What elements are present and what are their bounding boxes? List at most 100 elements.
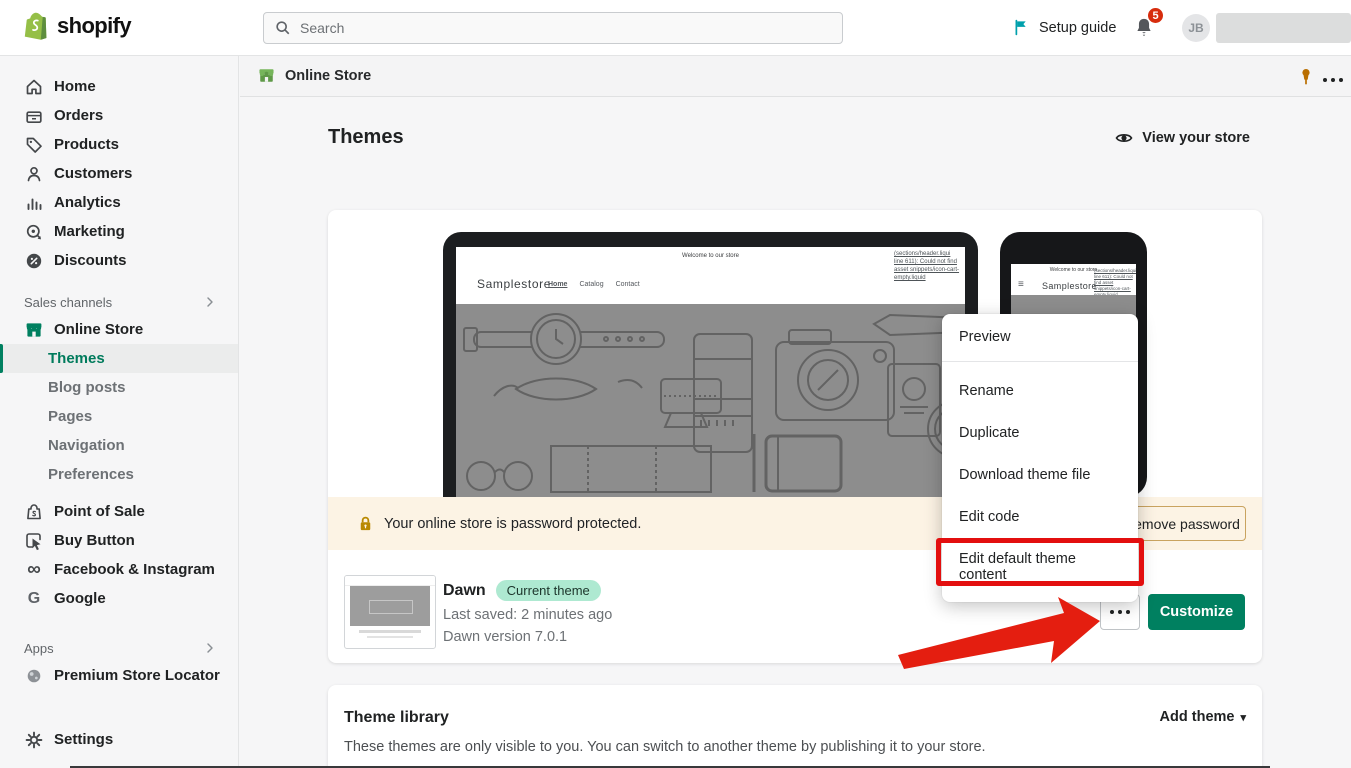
top-bar: shopify Setup guide 5 JB [0,0,1351,56]
menu-item-rename[interactable]: Rename [942,370,1138,412]
home-icon [24,77,44,97]
preview-store-name: Samplestore [477,277,551,291]
caret-down-icon: ▾ [1240,711,1246,724]
sidebar-item-blog-posts[interactable]: Blog posts [0,373,238,402]
google-icon: G [27,589,41,607]
page-title: Themes [328,126,404,148]
current-theme-badge: Current theme [495,580,601,601]
point-of-sale-icon [24,502,44,522]
sidebar-item-point-of-sale[interactable]: Point of Sale [0,497,238,526]
sidebar-item-pages[interactable]: Pages [0,402,238,431]
eye-icon [1114,128,1134,148]
menu-divider [942,361,1138,362]
sales-channels-label: Sales channels [24,294,113,310]
sidebar-item-label: Marketing [54,223,125,240]
theme-name: Dawn [443,581,486,599]
search-icon [274,19,292,37]
sidebar-item-navigation[interactable]: Navigation [0,431,238,460]
sales-channels-heading[interactable]: Sales channels [0,289,238,315]
setup-guide-button[interactable]: Setup guide [1012,18,1116,37]
sidebar-item-analytics[interactable]: Analytics [0,188,238,217]
main-content: Online Store Themes View your store Welc… [240,56,1351,768]
sidebar-item-settings[interactable]: Settings [0,725,238,754]
theme-hero-illustration [456,304,965,497]
notification-badge: 5 [1147,7,1164,24]
sidebar-item-label: Facebook & Instagram [54,561,215,578]
preview-header: Samplestore Home Catalog Contact (sectio… [456,251,965,304]
context-bar-label: Online Store [285,67,372,84]
horizontal-dots-icon [1110,610,1130,614]
search-input[interactable] [300,20,832,36]
sidebar-item-facebook-instagram[interactable]: ∞ Facebook & Instagram [0,555,238,584]
view-your-store-button[interactable]: View your store [1114,128,1250,148]
sidebar-item-products[interactable]: Products [0,130,238,159]
hamburger-icon: ≡ [1018,279,1024,290]
theme-actions-menu: Preview Rename Duplicate Download theme … [942,314,1138,602]
preview-error-text: (sections/header.liqui line 611): Could … [894,251,960,281]
avatar[interactable]: JB [1182,14,1210,42]
chevron-right-icon [202,294,218,310]
sidebar-item-customers[interactable]: Customers [0,159,238,188]
menu-item-preview[interactable]: Preview [942,314,1138,361]
store-name-redacted [1216,13,1351,43]
mobile-preview-header: ≡ Samplestore (sections/header.liqui lin… [1011,268,1136,297]
marketing-icon [24,222,44,242]
sidebar-item-marketing[interactable]: Marketing [0,217,238,246]
sidebar-item-label: Pages [48,408,93,425]
sidebar-item-label: Premium Store Locator [54,667,220,684]
sidebar-item-google[interactable]: G Google [0,584,238,613]
meta-icon: ∞ [27,559,41,580]
orders-icon [24,106,44,126]
menu-item-download-theme-file[interactable]: Download theme file [942,454,1138,496]
sidebar-item-buy-button[interactable]: Buy Button [0,526,238,555]
apps-label: Apps [24,640,54,656]
sidebar-item-label: Buy Button [54,532,135,549]
shopify-bag-icon [24,11,51,41]
shopify-admin: shopify Setup guide 5 JB [0,0,1351,768]
sidebar-item-preferences[interactable]: Preferences [0,460,238,489]
sidebar-item-label: Preferences [48,466,134,483]
online-store-icon [257,66,276,85]
sidebar-item-label: Google [54,590,106,607]
sidebar-item-label: Orders [54,107,104,124]
theme-info: Dawn Current theme Last saved: 2 minutes… [443,580,612,645]
sidebar-item-premium-store-locator[interactable]: Premium Store Locator [0,661,238,690]
banner-message: Your online store is password protected. [384,515,642,532]
pin-icon[interactable] [1296,65,1316,87]
customize-button[interactable]: Customize [1148,594,1245,630]
sidebar-item-label: Navigation [48,437,125,454]
sidebar-item-home[interactable]: Home [0,72,238,101]
menu-item-edit-default-theme-content[interactable]: Edit default theme content [942,538,1138,596]
view-store-label: View your store [1142,130,1250,146]
sidebar-item-label: Themes [48,350,105,367]
sidebar-item-themes[interactable]: Themes [0,344,238,373]
theme-library-description: These themes are only visible to you. Yo… [344,739,986,755]
analytics-icon [24,193,44,213]
add-theme-button[interactable]: Add theme ▾ [1160,709,1246,725]
chevron-right-icon [202,640,218,656]
preview-nav-catalog: Catalog [579,281,604,288]
menu-item-duplicate[interactable]: Duplicate [942,412,1138,454]
theme-thumbnail [344,575,436,649]
mobile-store-name: Samplestore [1042,281,1097,291]
theme-version: Dawn version 7.0.1 [443,629,568,645]
sidebar-item-label: Home [54,78,96,95]
logo-wordmark: shopify [57,13,132,38]
apps-heading[interactable]: Apps [0,635,238,661]
global-search[interactable] [263,12,843,44]
menu-item-edit-code[interactable]: Edit code [942,496,1138,538]
sidebar-item-discounts[interactable]: Discounts [0,246,238,275]
buy-button-icon [24,531,44,551]
theme-library-title: Theme library [344,709,449,726]
flag-icon [1012,18,1031,37]
sidebar-item-label: Discounts [54,252,127,269]
preview-hero [456,304,965,497]
lock-icon [356,514,375,533]
shopify-logo[interactable]: shopify [24,11,132,41]
context-more-icon[interactable] [1323,69,1343,87]
sidebar-item-orders[interactable]: Orders [0,101,238,130]
sidebar-item-label: Settings [54,731,114,748]
sidebar-item-online-store[interactable]: Online Store [0,315,238,344]
add-theme-label: Add theme [1159,709,1235,725]
preview-nav-home: Home [548,281,568,288]
